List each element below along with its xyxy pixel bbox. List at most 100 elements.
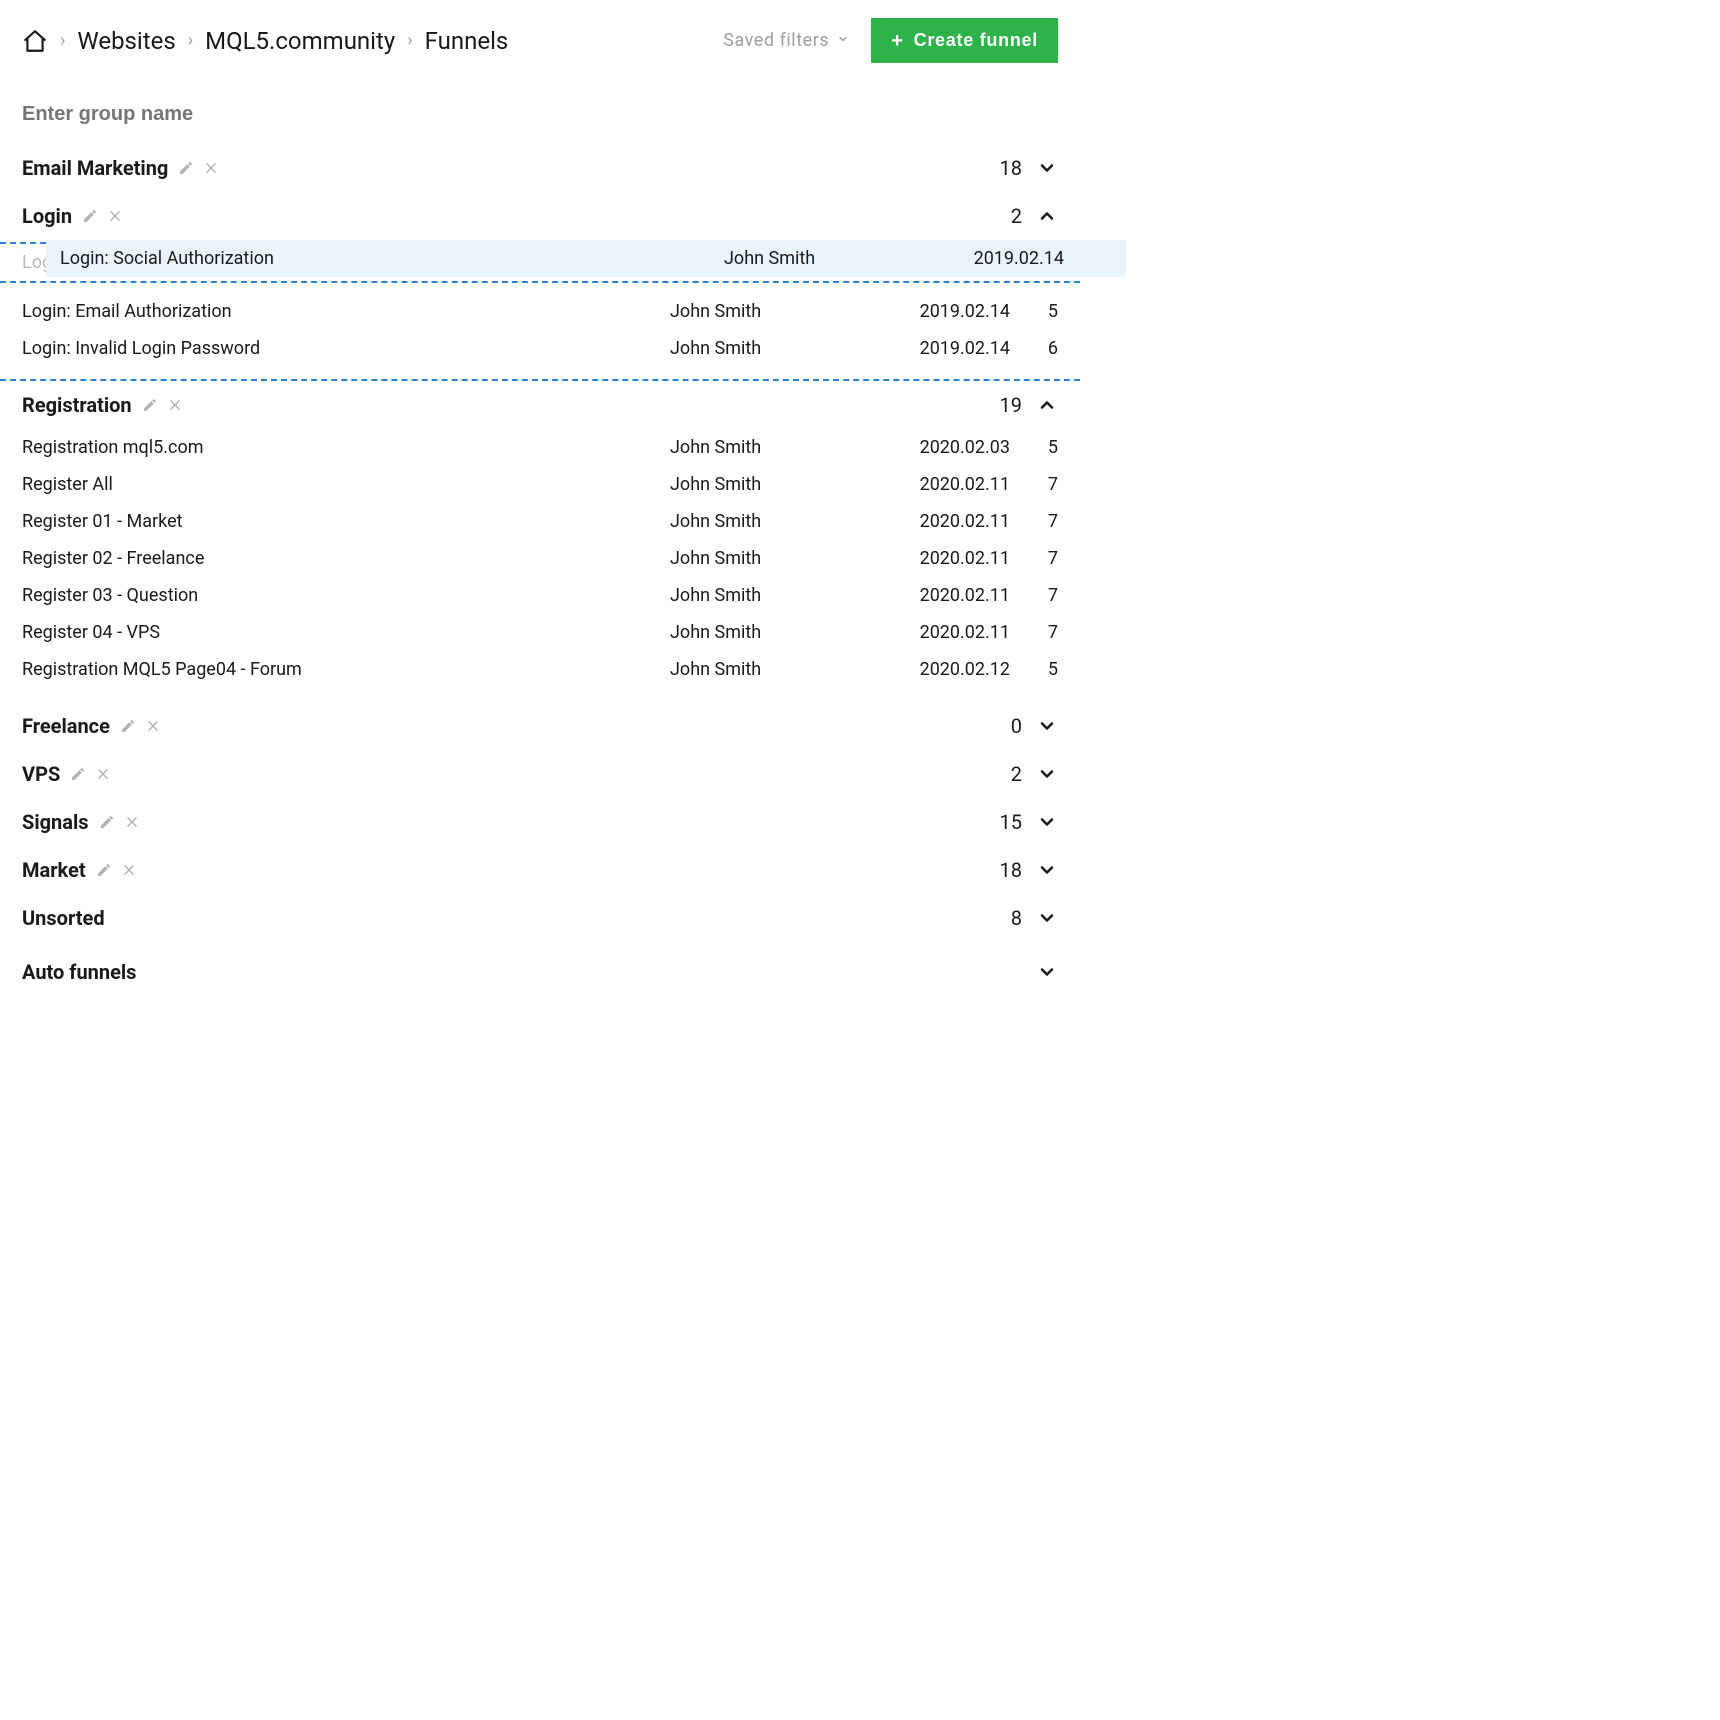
chevron-down-icon[interactable] [1036, 961, 1058, 983]
item-name: Login: Email Authorization [22, 301, 670, 322]
item-user: John Smith [670, 252, 880, 273]
chevron-down-icon[interactable] [1036, 715, 1058, 737]
item-user: John Smith [670, 301, 880, 322]
close-icon[interactable] [146, 719, 160, 733]
item-name: Register 03 - Question [22, 585, 670, 606]
item-count: 7 [1010, 548, 1058, 569]
item-date: 2020.02.12 [880, 659, 1010, 680]
item-count: 6 [1010, 338, 1058, 359]
item-name: Login: Social Authorization [22, 252, 670, 273]
item-date: 2019.02.14 [880, 252, 1010, 273]
plus-icon: + [891, 31, 903, 51]
chevron-down-icon[interactable] [1036, 157, 1058, 179]
create-funnel-label: Create funnel [914, 30, 1038, 51]
group-header[interactable]: VPS 2 [22, 750, 1058, 798]
home-icon[interactable] [22, 28, 48, 54]
group-count: 18 [994, 156, 1022, 180]
chevron-down-icon[interactable] [1036, 907, 1058, 929]
chevron-down-icon[interactable] [1036, 763, 1058, 785]
group-title: Email Marketing [22, 156, 178, 180]
close-icon[interactable] [108, 209, 122, 223]
item-user: John Smith [670, 511, 880, 532]
close-icon[interactable] [204, 161, 218, 175]
item-count: 5 [1010, 437, 1058, 458]
group-header[interactable]: Registration 19 [22, 381, 1058, 429]
group-header[interactable]: Market18 [22, 846, 1058, 894]
group-count: 2 [994, 762, 1022, 786]
group-title: Unsorted [22, 906, 115, 930]
group-title: Signals [22, 810, 99, 834]
edit-icon[interactable] [96, 862, 112, 878]
item-date: 2020.02.11 [880, 548, 1010, 569]
chevron-down-icon[interactable] [1036, 811, 1058, 833]
chevron-right-icon: › [407, 30, 412, 51]
item-name: Register 02 - Freelance [22, 548, 670, 569]
close-icon[interactable] [96, 767, 110, 781]
topbar: › Websites › MQL5.community › Funnels Sa… [22, 18, 1058, 63]
group-header[interactable]: Email Marketing 18 [22, 144, 1058, 192]
edit-icon[interactable] [70, 766, 86, 782]
group-header[interactable]: Auto funnels [22, 942, 1058, 996]
edit-icon[interactable] [178, 160, 194, 176]
edit-icon[interactable] [120, 718, 136, 734]
group-header[interactable]: Unsorted8 [22, 894, 1058, 942]
edit-icon[interactable] [142, 397, 158, 413]
item-user: John Smith [670, 659, 880, 680]
chevron-up-icon[interactable] [1036, 205, 1058, 227]
group-actions [142, 397, 182, 413]
group-name-input[interactable] [22, 103, 422, 126]
chevron-down-icon [837, 33, 849, 49]
edit-icon[interactable] [82, 208, 98, 224]
item-name: Register All [22, 474, 670, 495]
saved-filters-label: Saved filters [723, 30, 829, 51]
group-actions [82, 208, 122, 224]
group-count: 15 [994, 810, 1022, 834]
list-item[interactable]: Register 02 - FreelanceJohn Smith2020.02… [22, 540, 1058, 577]
list-item[interactable]: Register 01 - MarketJohn Smith2020.02.11… [22, 503, 1058, 540]
item-count: 7 [1010, 474, 1058, 495]
list-item[interactable]: Register 04 - VPSJohn Smith2020.02.117 [22, 614, 1058, 651]
edit-icon[interactable] [99, 814, 115, 830]
create-funnel-button[interactable]: + Create funnel [871, 18, 1058, 63]
group-actions [178, 160, 218, 176]
item-date: 2020.02.11 [880, 511, 1010, 532]
chevron-right-icon: › [188, 30, 193, 51]
saved-filters-dropdown[interactable]: Saved filters [723, 30, 849, 51]
group-title: Registration [22, 393, 142, 417]
item-user: John Smith [670, 437, 880, 458]
item-date: 2019.02.14 [880, 338, 1010, 359]
breadcrumb-community[interactable]: MQL5.community [205, 27, 395, 55]
item-name: Register 04 - VPS [22, 622, 670, 643]
breadcrumb-funnels[interactable]: Funnels [425, 27, 509, 55]
breadcrumb-websites[interactable]: Websites [77, 27, 175, 55]
group-title: Login [22, 204, 82, 228]
group-title: Auto funnels [22, 960, 146, 984]
group-title: Freelance [22, 714, 120, 738]
group-count: 0 [994, 714, 1022, 738]
list-item[interactable]: Login: Email AuthorizationJohn Smith2019… [22, 293, 1058, 330]
group-count: 19 [994, 393, 1022, 417]
close-icon[interactable] [125, 815, 139, 829]
item-user: John Smith [670, 474, 880, 495]
breadcrumb: › Websites › MQL5.community › Funnels [22, 27, 508, 55]
close-icon[interactable] [168, 398, 182, 412]
chevron-down-icon[interactable] [1036, 859, 1058, 881]
list-item[interactable]: Login: Invalid Login PasswordJohn Smith2… [22, 330, 1058, 367]
group-header[interactable]: Signals 15 [22, 798, 1058, 846]
group-header[interactable]: Login2 [22, 192, 1058, 240]
list-item[interactable]: Registration MQL5 Page04 - ForumJohn Smi… [22, 651, 1058, 688]
item-user: John Smith [670, 338, 880, 359]
close-icon[interactable] [122, 863, 136, 877]
item-name: Register 01 - Market [22, 511, 670, 532]
list-item[interactable]: Registration mql5.comJohn Smith2020.02.0… [22, 429, 1058, 466]
list-item[interactable]: Register 03 - QuestionJohn Smith2020.02.… [22, 577, 1058, 614]
group-header[interactable]: Freelance 0 [22, 702, 1058, 750]
group-title: Market [22, 858, 96, 882]
list-item[interactable]: Register AllJohn Smith2020.02.117 [22, 466, 1058, 503]
chevron-up-icon[interactable] [1036, 394, 1058, 416]
group-title: VPS [22, 762, 70, 786]
item-count: 5 [1010, 301, 1058, 322]
item-date: 2020.02.11 [880, 585, 1010, 606]
item-count: 7 [1010, 511, 1058, 532]
item-date: 2020.02.11 [880, 622, 1010, 643]
